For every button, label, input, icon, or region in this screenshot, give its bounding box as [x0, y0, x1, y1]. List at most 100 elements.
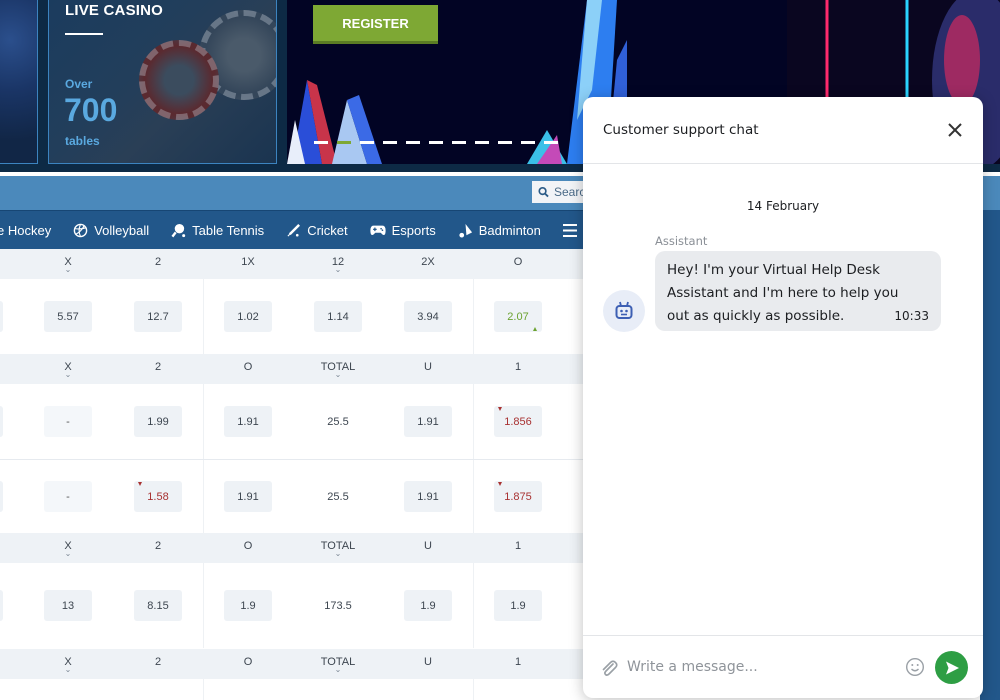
live-casino-promo-card[interactable]: LIVE CASINO Over 700 tables [48, 0, 277, 164]
trend-down-icon [498, 482, 502, 486]
odds-button[interactable]: 3.94 [404, 301, 452, 332]
odds-button[interactable]: 1.91 [224, 406, 272, 437]
odds-value: 1.58 [147, 490, 169, 503]
chevron-down-icon[interactable]: ⌄ [38, 371, 98, 379]
slider-pagination [314, 141, 558, 144]
chevron-down-icon[interactable]: ⌄ [308, 666, 368, 674]
slide-dot[interactable] [429, 141, 443, 144]
close-icon[interactable] [945, 120, 965, 140]
register-button[interactable]: REGISTER [313, 5, 438, 44]
chevron-down-icon[interactable]: ⌄ [38, 550, 98, 558]
trend-up-icon [533, 327, 537, 331]
odds-button: - [44, 481, 92, 512]
odds-column-header[interactable]: X ⌄ [38, 540, 98, 558]
odds-button[interactable]: 1.9 [494, 590, 542, 621]
odds-button[interactable]: 8.15 [134, 590, 182, 621]
slide-dot[interactable] [406, 141, 420, 144]
total-line-value: 25.5 [314, 406, 362, 437]
chevron-down-icon[interactable]: ⌄ [308, 371, 368, 379]
odds-column-header: O [488, 256, 548, 268]
odds-column-header[interactable]: TOTAL ⌄ [308, 656, 368, 674]
odds-value: 12.7 [147, 310, 169, 323]
odds-cell-partial[interactable] [0, 590, 3, 621]
column-label: 2 [154, 256, 162, 268]
send-button[interactable] [935, 651, 968, 684]
column-divider [203, 679, 204, 700]
column-label: 1 [514, 361, 522, 373]
odds-header-row: X ⌄ 2 O TOTAL ⌄ U 1 [0, 354, 585, 384]
odds-button[interactable]: 13 [44, 590, 92, 621]
slide-dot[interactable] [498, 141, 512, 144]
chat-header: Customer support chat [583, 97, 983, 164]
odds-value: 1.02 [237, 310, 259, 323]
odds-button[interactable]: 1.9 [224, 590, 272, 621]
odds-button[interactable]: 1.02 [224, 301, 272, 332]
odds-button[interactable]: 1.91 [404, 406, 452, 437]
chevron-down-icon[interactable]: ⌄ [308, 266, 368, 274]
odds-table: X ⌄ 2 1X 12 ⌄ 2X O 5.57 12.7 1.02 1.14 3.94 2.07 X ⌄ 2 O T… [0, 249, 585, 700]
odds-button[interactable]: 1.91 [224, 481, 272, 512]
odds-button[interactable]: 12.7 [134, 301, 182, 332]
column-label: O [243, 361, 253, 373]
chevron-down-icon[interactable]: ⌄ [38, 666, 98, 674]
sports-nav-more[interactable] [562, 223, 583, 237]
odds-button[interactable]: 1.856 [494, 406, 542, 437]
slide-dot[interactable] [544, 141, 558, 144]
promo-card-partial[interactable] [0, 0, 38, 164]
slide-dot[interactable] [452, 141, 466, 144]
sports-nav-item-badminton[interactable]: Badminton [458, 223, 541, 238]
emoji-icon[interactable] [905, 657, 925, 677]
odds-column-header: O [218, 361, 278, 373]
chevron-down-icon[interactable]: ⌄ [38, 266, 98, 274]
odds-button[interactable]: 1.91 [404, 481, 452, 512]
search-icon [538, 186, 549, 198]
paperclip-icon[interactable] [599, 658, 619, 678]
odds-column-header[interactable]: TOTAL ⌄ [308, 540, 368, 558]
odds-button[interactable]: 5.57 [44, 301, 92, 332]
slide-dot-active[interactable] [337, 141, 351, 144]
volleyball-icon [73, 223, 88, 237]
odds-value: 1.91 [237, 490, 259, 503]
live-casino-title: LIVE CASINO [65, 2, 164, 19]
slide-dot[interactable] [521, 141, 535, 144]
odds-button[interactable]: 1.875 [494, 481, 542, 512]
odds-column-header[interactable]: 12 ⌄ [308, 256, 368, 274]
slide-dot[interactable] [475, 141, 489, 144]
odds-cell-partial[interactable] [0, 481, 3, 512]
cricket-icon [287, 223, 301, 237]
chevron-down-icon[interactable]: ⌄ [308, 550, 368, 558]
odds-column-header: 1 [488, 656, 548, 668]
sports-nav-label: Badminton [478, 222, 541, 238]
odds-column-header[interactable]: X ⌄ [38, 361, 98, 379]
odds-value: - [66, 415, 70, 428]
slide-dot[interactable] [360, 141, 374, 144]
odds-button[interactable]: 1.9 [404, 590, 452, 621]
sports-nav-item-esports[interactable]: Esports [370, 223, 436, 238]
assistant-avatar [603, 290, 645, 332]
odds-column-header[interactable]: X ⌄ [38, 256, 98, 274]
sports-nav-item-ice-hockey[interactable]: e Hockey [0, 223, 51, 238]
sports-nav-label: Esports [391, 222, 436, 238]
slide-dot[interactable] [314, 141, 328, 144]
odds-button[interactable]: 2.07 [494, 301, 542, 332]
odds-column-header: 1 [488, 540, 548, 552]
odds-button[interactable]: 1.58 [134, 481, 182, 512]
message-time: 10:33 [894, 309, 929, 323]
odds-cell-partial[interactable] [0, 406, 3, 437]
sports-nav-item-volleyball[interactable]: Volleyball [73, 223, 149, 238]
odds-value: 173.5 [324, 599, 352, 612]
odds-column-header: U [398, 540, 458, 552]
odds-column-header[interactable]: X ⌄ [38, 656, 98, 674]
sports-nav-label: Cricket [307, 222, 348, 238]
odds-cell-partial[interactable] [0, 301, 3, 332]
trend-down-icon [138, 482, 142, 486]
message-input[interactable] [627, 654, 897, 680]
sports-nav-item-table-tennis[interactable]: Table Tennis [171, 223, 264, 238]
slide-dot[interactable] [383, 141, 397, 144]
sports-nav-item-cricket[interactable]: Cricket [286, 222, 348, 238]
odds-value: 25.5 [327, 490, 349, 503]
odds-button[interactable]: 1.14 [314, 301, 362, 332]
column-label: 2X [421, 256, 435, 268]
odds-button[interactable]: 1.99 [134, 406, 182, 437]
odds-column-header[interactable]: TOTAL ⌄ [308, 361, 368, 379]
